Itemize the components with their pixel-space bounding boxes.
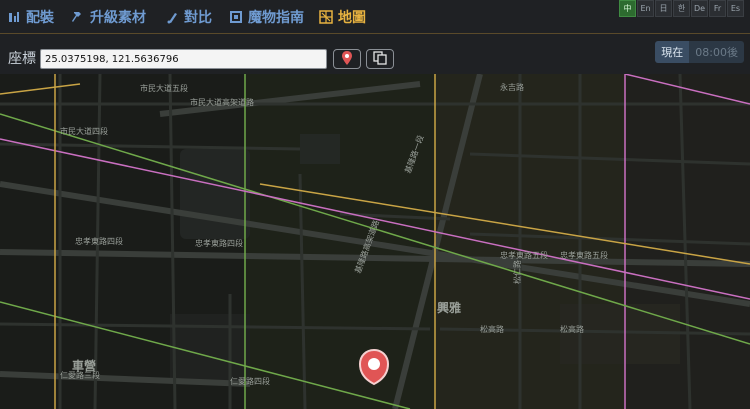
time-later-button[interactable]: 08:00後: [689, 41, 744, 63]
street-label: 市民大道四段: [60, 126, 108, 136]
map-view[interactable]: 市民大道高架道路 市民大道五段 市民大道四段 永吉路 忠孝東路四段 忠孝東路四段…: [0, 74, 750, 409]
nav-label-monster-guide: 魔物指南: [248, 10, 304, 26]
street-label: 松高路: [560, 324, 584, 334]
nav-item-equipment[interactable]: 配裝: [6, 6, 54, 28]
street-label: 仁愛路四段: [230, 376, 270, 386]
street-label: 永吉路: [500, 82, 524, 92]
nav-label-compare: 對比: [184, 10, 212, 26]
district-label: 興雅: [437, 300, 461, 315]
lang-es[interactable]: Es: [727, 0, 744, 17]
nav-item-monster-guide[interactable]: 魔物指南: [228, 6, 304, 28]
time-now-button[interactable]: 現在: [655, 41, 690, 63]
lang-ko[interactable]: 한: [673, 0, 690, 17]
nav-item-compare[interactable]: 對比: [164, 6, 212, 28]
street-label: 忠孝東路四段: [75, 236, 123, 246]
district-label: 車營: [72, 358, 96, 373]
nav-label-map: 地圖: [338, 10, 366, 26]
equipment-icon: [6, 9, 22, 25]
lang-de[interactable]: De: [691, 0, 708, 17]
top-nav: 配裝 升級素材 對比 魔物指南 地圖 中 En 日 한 De Fr Es: [0, 0, 750, 34]
coordinate-label: 座標: [8, 51, 36, 67]
book-icon: [228, 9, 244, 25]
compare-icon: [164, 9, 180, 25]
copy-icon: [373, 50, 387, 69]
lang-en[interactable]: En: [637, 0, 654, 17]
nav-label-equipment: 配裝: [26, 10, 54, 26]
hammer-icon: [70, 9, 86, 25]
map-icon: [318, 9, 334, 25]
street-label: 忠孝東路四段: [195, 238, 243, 248]
street-label: 忠孝東路五段: [560, 250, 608, 260]
coordinate-input[interactable]: [40, 49, 327, 69]
street-label: 松高路: [480, 324, 504, 334]
street-label: 忠孝東路五段: [500, 250, 548, 260]
time-toggle: 現在 08:00後: [655, 41, 744, 63]
coordinate-bar: 座標 現在 08:00後: [0, 38, 750, 72]
locate-button[interactable]: [333, 49, 361, 69]
nav-item-upgrade[interactable]: 升級素材: [70, 6, 146, 28]
language-selector: 中 En 日 한 De Fr Es: [619, 0, 744, 17]
street-label: 市民大道高架道路: [190, 97, 254, 107]
lang-zh[interactable]: 中: [619, 0, 636, 17]
nav-label-upgrade: 升級素材: [90, 10, 146, 26]
street-label: 松仁路: [512, 260, 522, 284]
map-canvas: 市民大道高架道路 市民大道五段 市民大道四段 永吉路 忠孝東路四段 忠孝東路四段…: [0, 74, 750, 409]
nav-item-map[interactable]: 地圖: [318, 6, 366, 28]
lang-ja[interactable]: 日: [655, 0, 672, 17]
street-label: 市民大道五段: [140, 83, 188, 93]
copy-button[interactable]: [366, 49, 394, 69]
lang-fr[interactable]: Fr: [709, 0, 726, 17]
map-pin-icon: [341, 50, 353, 69]
